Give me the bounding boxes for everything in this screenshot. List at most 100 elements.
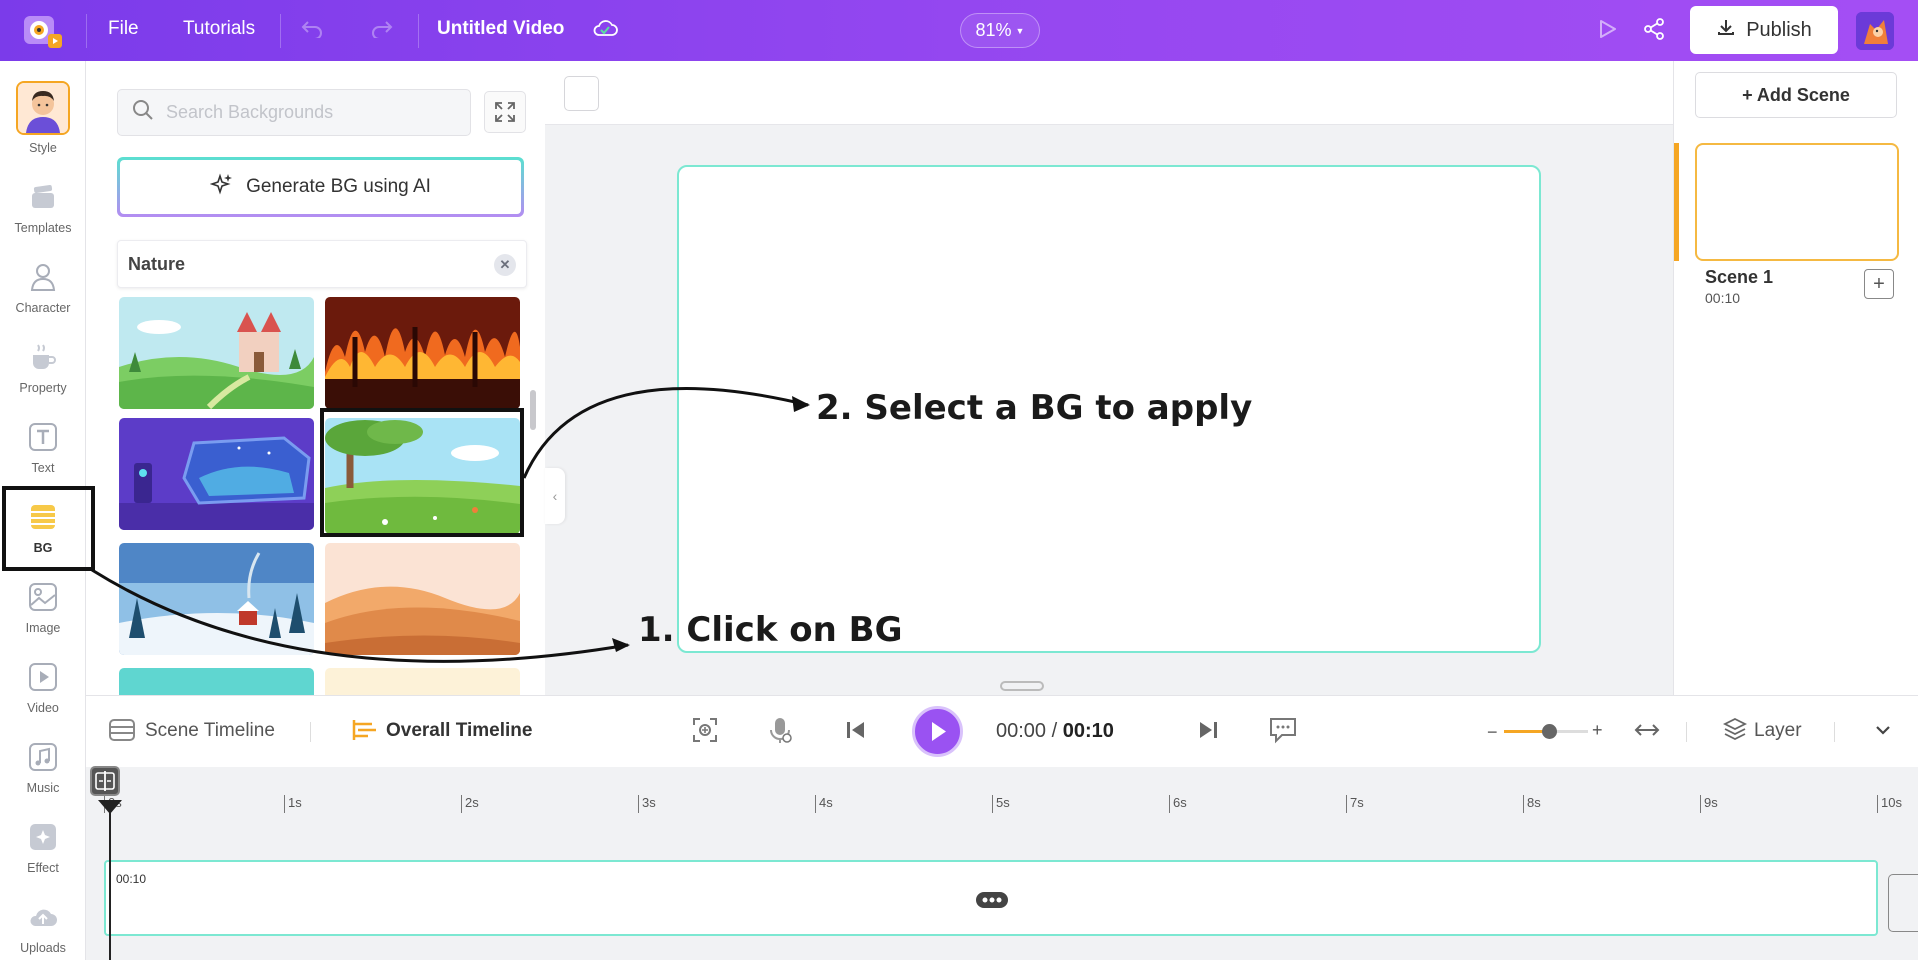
slider-thumb[interactable] — [1542, 724, 1557, 739]
select-all-checkbox[interactable] — [564, 76, 599, 111]
nav-item-uploads[interactable]: Uploads — [0, 889, 86, 960]
scene-track[interactable]: 00:10 — [104, 860, 1878, 936]
nav-item-style[interactable]: Style — [0, 81, 86, 159]
current-time: 00:00 — [996, 720, 1047, 742]
expand-icon — [495, 102, 515, 122]
voiceover-mic-icon[interactable] — [766, 716, 796, 746]
nav-item-character[interactable]: Character — [0, 249, 86, 327]
nav-label: Effect — [27, 861, 59, 875]
divider — [418, 14, 419, 48]
ruler-tick: 9s — [1700, 795, 1718, 813]
skip-back-icon[interactable] — [842, 716, 872, 746]
category-filter[interactable]: Nature ✕ — [117, 240, 527, 288]
timeline-toolbar: Scene Timeline Overall Timeline 00:00 / … — [86, 695, 1918, 767]
publish-button[interactable]: Publish — [1690, 6, 1838, 54]
scene-timeline-icon — [108, 716, 138, 746]
sparkle-icon — [209, 172, 234, 202]
zoom-level: 81% — [975, 20, 1012, 40]
ruler-tick: 10s — [1877, 795, 1902, 813]
nav-label: Image — [25, 621, 61, 635]
track-options-icon[interactable] — [976, 892, 1008, 908]
tutorials-menu[interactable]: Tutorials — [183, 18, 255, 40]
ruler-tick: 1s — [284, 795, 302, 813]
focus-capture-icon[interactable] — [691, 716, 721, 746]
plus-icon: + — [1873, 272, 1885, 295]
preview-play-icon[interactable] — [1595, 17, 1619, 47]
undo-icon[interactable] — [300, 18, 324, 44]
filter-label: Nature — [128, 253, 186, 274]
search-icon — [132, 99, 154, 126]
bg-thumbnail-partial-1[interactable] — [119, 668, 314, 695]
text-icon — [27, 421, 59, 453]
playhead-marker[interactable] — [98, 800, 122, 814]
scene-timeline-tab[interactable]: Scene Timeline — [145, 720, 275, 742]
timeline-ruler[interactable]: 0s 1s 2s 3s 4s 5s 6s 7s 8s 9s 10s — [104, 795, 1904, 813]
nav-label: Character — [15, 301, 71, 315]
panel-resize-handle[interactable] — [1000, 681, 1044, 691]
bg-thumbnail-desert[interactable] — [325, 543, 520, 655]
divider — [86, 14, 87, 48]
comment-icon[interactable] — [1268, 716, 1298, 746]
nav-item-property[interactable]: Property — [0, 329, 86, 407]
share-icon[interactable] — [1642, 17, 1666, 47]
canvas-toolbar — [545, 61, 1673, 125]
nav-item-music[interactable]: Music — [0, 729, 86, 807]
file-menu[interactable]: File — [108, 18, 139, 40]
zoom-in-icon[interactable]: + — [1592, 720, 1622, 750]
track-duration: 00:10 — [116, 872, 147, 886]
scene-thumbnail[interactable] — [1695, 143, 1899, 261]
layer-button[interactable]: Layer — [1754, 720, 1802, 742]
chevron-down-icon: ▼ — [1015, 25, 1025, 36]
chevron-down-icon[interactable] — [1871, 718, 1901, 748]
nav-label: Music — [26, 781, 60, 795]
close-icon[interactable]: ✕ — [494, 254, 516, 276]
nav-item-effect[interactable]: Effect — [0, 809, 86, 887]
track-end-handle[interactable] — [1888, 874, 1918, 932]
project-title[interactable]: Untitled Video — [437, 18, 564, 40]
nav-label: Style — [29, 141, 57, 155]
search-input[interactable] — [166, 102, 456, 123]
bg-thumbnail-partial-2[interactable] — [325, 668, 520, 695]
split-scene-button[interactable] — [90, 766, 120, 796]
user-avatar[interactable] — [1856, 12, 1894, 50]
ruler-tick: 3s — [638, 795, 656, 813]
expand-panel-button[interactable] — [484, 91, 526, 133]
timeline-zoom-slider[interactable] — [1504, 724, 1588, 739]
scene-name: Scene 1 — [1705, 267, 1774, 287]
collapse-panel-button[interactable]: ‹ — [545, 468, 565, 524]
zoom-out-icon[interactable]: − — [1487, 722, 1501, 752]
total-time: 00:10 — [1062, 720, 1114, 742]
layers-icon — [1722, 716, 1752, 746]
redo-icon[interactable] — [370, 18, 394, 44]
play-button[interactable] — [912, 706, 963, 757]
fit-width-icon[interactable] — [1633, 716, 1663, 746]
bg-thumbnail-forest-fire[interactable] — [325, 297, 520, 409]
nav-item-image[interactable]: Image — [0, 569, 86, 647]
playhead-line — [109, 800, 111, 960]
nav-item-text[interactable]: Text — [0, 409, 86, 487]
add-after-scene-button[interactable]: + — [1864, 269, 1894, 299]
search-box[interactable] — [117, 89, 471, 136]
image-icon — [27, 581, 59, 613]
property-icon — [27, 341, 59, 373]
nav-item-video[interactable]: Video — [0, 649, 86, 727]
overall-timeline-icon — [350, 716, 380, 746]
overall-timeline-tab[interactable]: Overall Timeline — [386, 720, 532, 742]
zoom-dropdown[interactable]: 81% ▼ — [960, 13, 1040, 48]
top-bar: File Tutorials Untitled Video 81% ▼ Publ… — [0, 0, 1918, 61]
nav-label: Video — [27, 701, 59, 715]
divider — [1834, 722, 1835, 742]
app-logo-icon[interactable] — [22, 12, 64, 50]
generate-bg-ai-button[interactable]: Generate BG using AI — [117, 157, 524, 217]
bg-thumbnail-snow[interactable] — [119, 543, 314, 655]
ruler-tick: 2s — [461, 795, 479, 813]
bg-thumbnail-spaceship[interactable] — [119, 418, 314, 530]
nav-item-templates[interactable]: Templates — [0, 169, 86, 247]
bg-thumbnail-castle[interactable] — [119, 297, 314, 409]
panel-scrollbar[interactable] — [530, 390, 536, 430]
nav-label: Property — [19, 381, 67, 395]
add-scene-button[interactable]: + Add Scene — [1695, 72, 1897, 118]
generate-bg-label: Generate BG using AI — [246, 176, 431, 197]
music-icon — [27, 741, 59, 773]
skip-forward-icon[interactable] — [1194, 716, 1224, 746]
